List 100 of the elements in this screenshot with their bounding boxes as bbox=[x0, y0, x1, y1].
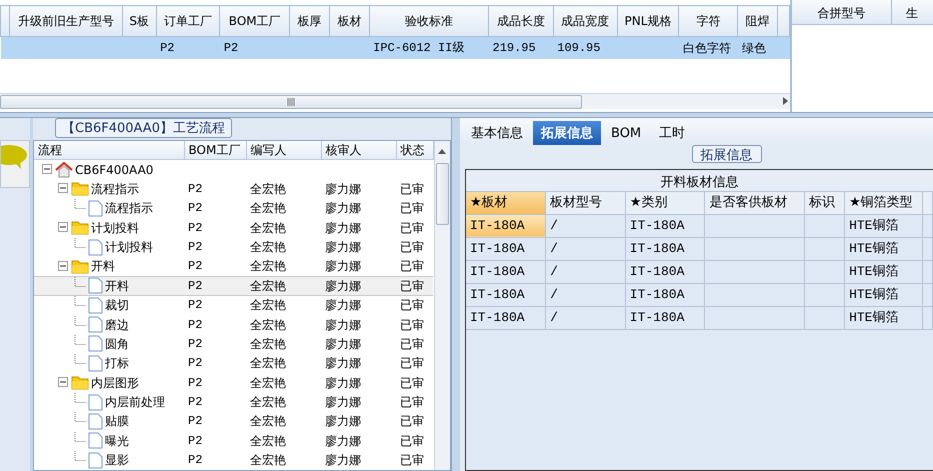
table-cell: 全宏艳 bbox=[250, 201, 286, 216]
tree-node-label[interactable]: CB6F400AA0 bbox=[75, 160, 154, 179]
document-icon bbox=[88, 238, 103, 256]
folder-icon bbox=[71, 375, 89, 390]
table-cell: 廖力娜 bbox=[325, 298, 361, 312]
column-header[interactable]: 板材型号 bbox=[546, 192, 626, 214]
document-icon bbox=[88, 412, 103, 430]
tree-node-label[interactable]: 开料 bbox=[91, 257, 115, 276]
column-header[interactable]: 订单工厂 bbox=[156, 6, 220, 36]
table-cell: 109.95 bbox=[557, 40, 600, 55]
column-header[interactable]: 生 bbox=[892, 0, 932, 24]
column-header[interactable]: BOM工厂 bbox=[220, 6, 290, 36]
table-cell: 已审 bbox=[400, 318, 424, 332]
tab[interactable]: 工时 bbox=[651, 121, 694, 145]
horizontal-scrollbar[interactable] bbox=[0, 93, 790, 109]
table-cell: HTE铜箔 bbox=[849, 240, 898, 256]
table-cell: 廖力娜 bbox=[325, 395, 361, 410]
splitter-bar[interactable] bbox=[0, 112, 933, 118]
tab[interactable]: BOM bbox=[603, 121, 650, 145]
tree-node-label[interactable]: 内层图形 bbox=[91, 374, 139, 392]
tree-node-label[interactable]: 磨边 bbox=[105, 316, 129, 334]
table-cell: / bbox=[550, 286, 558, 302]
table-cell: 已审 bbox=[400, 240, 424, 254]
table-cell: 廖力娜 bbox=[325, 259, 361, 274]
collapse-icon[interactable] bbox=[58, 183, 69, 194]
table-cell: P2 bbox=[188, 414, 202, 428]
column-header[interactable]: 验收标准 bbox=[369, 6, 488, 36]
column-header[interactable]: BOM工厂 bbox=[184, 141, 246, 160]
table-cell: P2 bbox=[188, 318, 202, 332]
collapse-icon[interactable] bbox=[58, 222, 69, 234]
tree-node-label[interactable]: 开料 bbox=[105, 277, 129, 294]
document-icon bbox=[88, 277, 103, 294]
scroll-right-icon bbox=[780, 94, 790, 108]
table-cell: 全宏艳 bbox=[250, 278, 286, 293]
table-cell: 已审 bbox=[400, 395, 424, 410]
table-cell: / bbox=[550, 240, 558, 256]
column-header[interactable]: 核审人 bbox=[321, 141, 396, 160]
column-header[interactable]: 成品长度 bbox=[488, 6, 554, 36]
column-header[interactable]: 板材 bbox=[329, 6, 370, 36]
table-cell: P2 bbox=[224, 40, 238, 55]
tree-node-label[interactable]: 曝光 bbox=[105, 432, 129, 450]
document-icon bbox=[88, 354, 103, 372]
column-header[interactable]: 状态 bbox=[396, 141, 433, 160]
table-cell: 已审 bbox=[400, 298, 424, 312]
column-header[interactable]: ★板材 bbox=[466, 192, 546, 214]
table-cell: IT-180A bbox=[630, 218, 684, 233]
table-cell: HTE铜箔 bbox=[849, 218, 898, 233]
grip-icon bbox=[287, 98, 295, 106]
table-cell: 廖力娜 bbox=[325, 336, 361, 351]
column-header[interactable]: 流程 bbox=[34, 141, 184, 160]
table-cell: HTE铜箔 bbox=[849, 286, 898, 302]
table-cell: 已审 bbox=[400, 278, 424, 293]
column-header[interactable]: PNL规格 bbox=[617, 6, 679, 36]
tree-node-label[interactable]: 贴膜 bbox=[105, 412, 129, 430]
column-header[interactable]: 阻焊 bbox=[738, 6, 778, 36]
tab[interactable]: 基本信息 bbox=[463, 121, 531, 145]
document-icon bbox=[88, 394, 103, 411]
tree-connector bbox=[74, 334, 86, 345]
column-header[interactable]: ★类别 bbox=[625, 192, 705, 214]
tree-node-label[interactable]: 计划投料 bbox=[105, 238, 153, 256]
table-cell: IT-180A bbox=[470, 310, 525, 325]
tree-node-label[interactable]: 打标 bbox=[105, 354, 129, 372]
column-header[interactable]: ★铜箔类型 bbox=[844, 192, 922, 214]
table-cell: 全宏艳 bbox=[250, 240, 286, 254]
tree-node-label[interactable]: 计划投料 bbox=[91, 218, 139, 237]
table-cell: 廖力娜 bbox=[325, 434, 361, 448]
table-cell: 廖力娜 bbox=[325, 182, 361, 196]
tree-node-label[interactable]: 流程指示 bbox=[105, 199, 153, 218]
tree-node-label[interactable]: 流程指示 bbox=[91, 180, 139, 198]
column-header[interactable]: 成品宽度 bbox=[553, 6, 618, 36]
vertical-scrollbar[interactable] bbox=[434, 141, 450, 470]
column-header[interactable]: 是否客供板材 bbox=[704, 192, 805, 214]
tree-node-label[interactable]: 裁切 bbox=[105, 296, 129, 314]
tab[interactable]: 拓展信息 bbox=[533, 121, 601, 145]
table-cell: IT-180A bbox=[470, 286, 525, 302]
column-header[interactable]: 板厚 bbox=[290, 6, 330, 36]
table-cell: 廖力娜 bbox=[325, 376, 361, 390]
table-cell: P2 bbox=[188, 356, 202, 370]
collapse-icon[interactable] bbox=[42, 164, 53, 176]
column-header[interactable]: S板 bbox=[122, 6, 156, 36]
column-header[interactable]: 标识 bbox=[804, 192, 845, 214]
folder-icon bbox=[71, 220, 89, 236]
group-title: 【CB6F400AA0】工艺流程 bbox=[55, 118, 232, 138]
column-header[interactable]: 升级前旧生产型号 bbox=[10, 6, 122, 36]
table-cell: 廖力娜 bbox=[325, 201, 361, 216]
column-header[interactable]: 字符 bbox=[678, 6, 738, 36]
table-cell: 全宏艳 bbox=[250, 395, 286, 410]
table-cell: 廖力娜 bbox=[325, 318, 361, 332]
scroll-thumb[interactable] bbox=[436, 163, 448, 225]
table-cell: 廖力娜 bbox=[325, 453, 361, 468]
tree-node-label[interactable]: 圆角 bbox=[105, 334, 129, 353]
collapse-icon[interactable] bbox=[58, 377, 69, 388]
table-cell: 廖力娜 bbox=[325, 220, 361, 235]
collapse-icon[interactable] bbox=[58, 260, 69, 272]
tree-node-label[interactable]: 内层前处理 bbox=[105, 393, 165, 412]
scroll-thumb[interactable] bbox=[0, 95, 582, 109]
table-cell: P2 bbox=[188, 298, 202, 312]
tree-node-label[interactable]: 显影 bbox=[105, 451, 129, 470]
column-header[interactable]: 合拼型号 bbox=[792, 0, 892, 24]
column-header[interactable]: 编写人 bbox=[246, 141, 321, 160]
